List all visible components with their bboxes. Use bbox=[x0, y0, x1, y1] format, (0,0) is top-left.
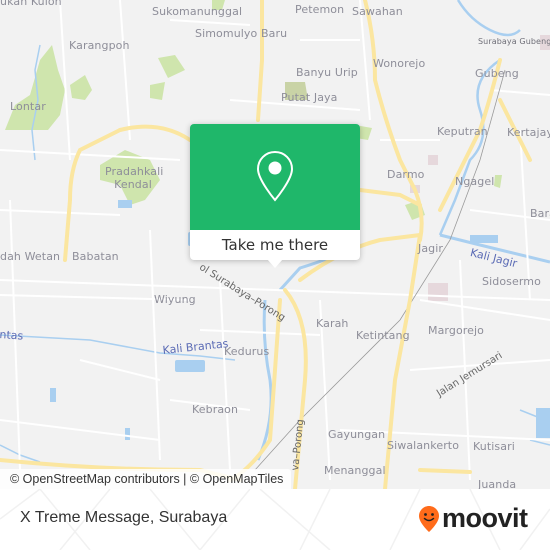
road bbox=[63, 128, 122, 262]
place-label: Gubeng bbox=[475, 67, 519, 80]
place-label: Sawahan bbox=[352, 5, 403, 18]
place-label: Ngagel bbox=[455, 175, 495, 188]
landuse bbox=[428, 283, 448, 301]
place-label: Babatan bbox=[72, 250, 119, 263]
park bbox=[70, 75, 92, 100]
place-label: Karah bbox=[316, 317, 349, 330]
place-label: Darmo bbox=[387, 168, 425, 181]
place-label: Simomulyo Baru bbox=[195, 27, 288, 40]
place-label: Kertajaya bbox=[507, 126, 550, 139]
place-label: dah Wetan bbox=[0, 250, 61, 263]
place-label: Karangpoh bbox=[69, 39, 130, 52]
place-label: Siwalankerto bbox=[387, 439, 460, 452]
place-label: Putat Jaya bbox=[281, 91, 338, 104]
take-me-there-button[interactable]: Take me there bbox=[190, 230, 360, 260]
place-label: Wonorejo bbox=[373, 57, 426, 70]
place-label: Banyu Urip bbox=[296, 66, 358, 79]
place-label: Lontar bbox=[10, 100, 46, 113]
pond bbox=[125, 428, 130, 440]
pond bbox=[118, 200, 132, 208]
landuse bbox=[428, 155, 438, 165]
place-label: Petemon bbox=[295, 3, 345, 16]
popup-header[interactable] bbox=[190, 124, 360, 230]
place-label: Bara bbox=[530, 207, 550, 220]
map-pin-icon bbox=[256, 150, 294, 202]
pond bbox=[175, 360, 205, 372]
place-label: Gayungan bbox=[328, 428, 386, 441]
moovit-wordmark: moovit bbox=[442, 503, 528, 533]
place-label: Kutisari bbox=[473, 440, 515, 453]
park bbox=[150, 82, 165, 100]
station-label: Surabaya Gubeng bbox=[478, 37, 550, 46]
moovit-logo[interactable]: moovit bbox=[418, 503, 528, 534]
place-label: Sidosermo bbox=[482, 275, 541, 288]
pond bbox=[536, 408, 550, 438]
place-name: X Treme Message, Surabaya bbox=[20, 509, 228, 526]
place-label: Ketintang bbox=[356, 329, 410, 342]
park bbox=[158, 55, 185, 78]
moovit-pin-icon bbox=[419, 505, 439, 532]
place-label: Menanggal bbox=[324, 464, 386, 477]
place-label: Margorejo bbox=[428, 324, 485, 337]
footer: X Treme Message, Surabaya moovit bbox=[0, 489, 550, 550]
place-label: Keputran bbox=[437, 125, 488, 138]
place-label: Jagir bbox=[418, 242, 444, 255]
park-ngagel bbox=[494, 175, 502, 188]
map[interactable]: ukan Kulon Sukomanunggal Simomulyo Baru … bbox=[0, 0, 550, 489]
place-label: Juanda bbox=[478, 478, 517, 489]
take-me-there-popup[interactable]: Take me there bbox=[190, 124, 360, 268]
place-label: Sukomanunggal bbox=[152, 5, 243, 18]
popup-pointer bbox=[267, 259, 283, 268]
road bbox=[228, 298, 282, 482]
place-label: Kebraon bbox=[192, 403, 239, 416]
map-attribution[interactable]: © OpenStreetMap contributors | © OpenMap… bbox=[0, 469, 292, 489]
pond bbox=[50, 388, 56, 402]
place-label: Pradahkali Kendal bbox=[105, 165, 164, 191]
road bbox=[418, 468, 472, 474]
river-kalimas bbox=[456, 0, 521, 37]
place-label: Wiyung bbox=[154, 293, 196, 306]
water-label: ntas bbox=[0, 328, 24, 343]
place-label: ukan Kulon bbox=[0, 0, 62, 8]
pond bbox=[470, 235, 498, 243]
place-label: Kedurus bbox=[224, 345, 270, 358]
